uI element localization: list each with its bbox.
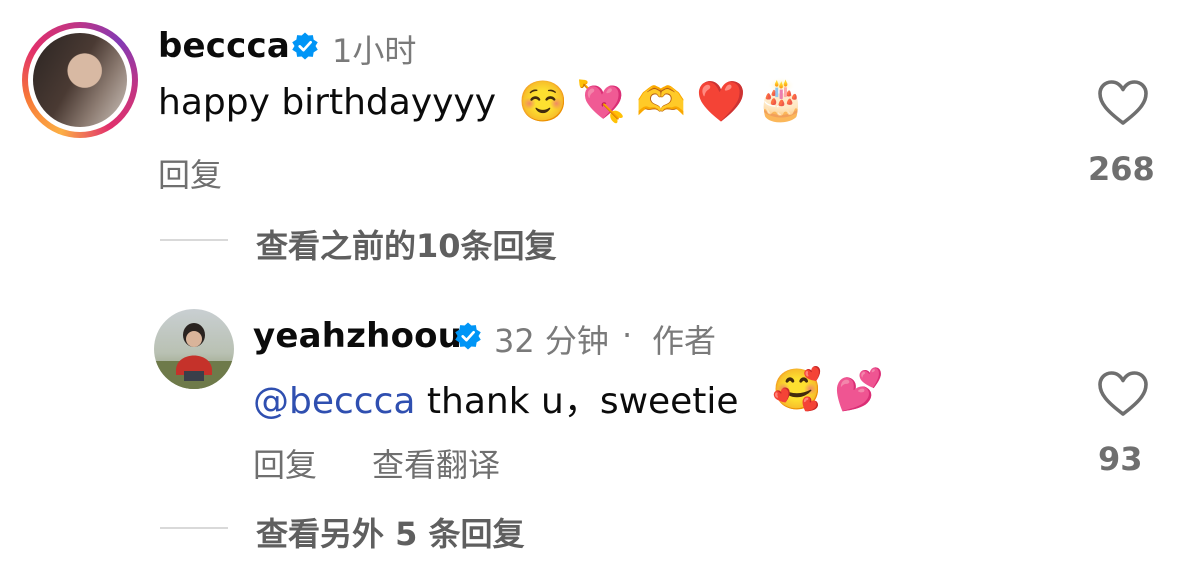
comment-text: happy birthdayyyy xyxy=(158,82,497,123)
view-more-replies[interactable]: 查看另外 5 条回复 xyxy=(256,509,525,555)
heart-hands-emoji: 🫶 xyxy=(636,79,686,125)
avatar-frame xyxy=(28,28,132,132)
smiling-face-emoji: ☺️ xyxy=(518,79,568,125)
comment-username[interactable]: beccca xyxy=(158,26,290,66)
avatar[interactable] xyxy=(154,309,234,389)
verified-badge-icon xyxy=(292,32,318,60)
heart-outline-icon[interactable] xyxy=(1097,370,1149,418)
comment-body: thank u，sweetie xyxy=(415,381,739,422)
two-hearts-emoji: 💕 xyxy=(834,367,884,413)
author-label: 作者 xyxy=(652,322,717,360)
birthday-cake-emoji: 🎂 xyxy=(756,77,806,123)
replies-divider xyxy=(160,239,228,241)
verified-badge-icon xyxy=(455,322,481,350)
meta-separator: · xyxy=(622,316,633,354)
see-translation-button[interactable]: 查看翻译 xyxy=(372,440,500,486)
reply-button[interactable]: 回复 xyxy=(158,150,222,196)
like-count: 268 xyxy=(1088,150,1155,188)
smiling-face-with-hearts-emoji: 🥰 xyxy=(772,367,822,413)
comment-time: 1小时 xyxy=(332,32,417,70)
mention-link[interactable]: @beccca xyxy=(253,381,415,422)
like-count: 93 xyxy=(1098,440,1143,478)
comment-time: 32 分钟 xyxy=(494,322,609,360)
view-previous-replies[interactable]: 查看之前的10条回复 xyxy=(256,221,557,267)
comment-username[interactable]: yeahzhoou xyxy=(253,316,462,356)
comment-text: @beccca thank u，sweetie xyxy=(253,372,739,424)
replies-divider xyxy=(160,527,228,529)
story-ring[interactable] xyxy=(22,22,138,138)
reply-button[interactable]: 回复 xyxy=(253,440,317,486)
avatar-photo xyxy=(154,323,234,389)
heart-with-arrow-emoji: 💘 xyxy=(576,79,626,125)
heart-outline-icon[interactable] xyxy=(1097,79,1149,127)
avatar[interactable] xyxy=(33,33,127,127)
red-heart-emoji: ❤️ xyxy=(696,79,746,125)
